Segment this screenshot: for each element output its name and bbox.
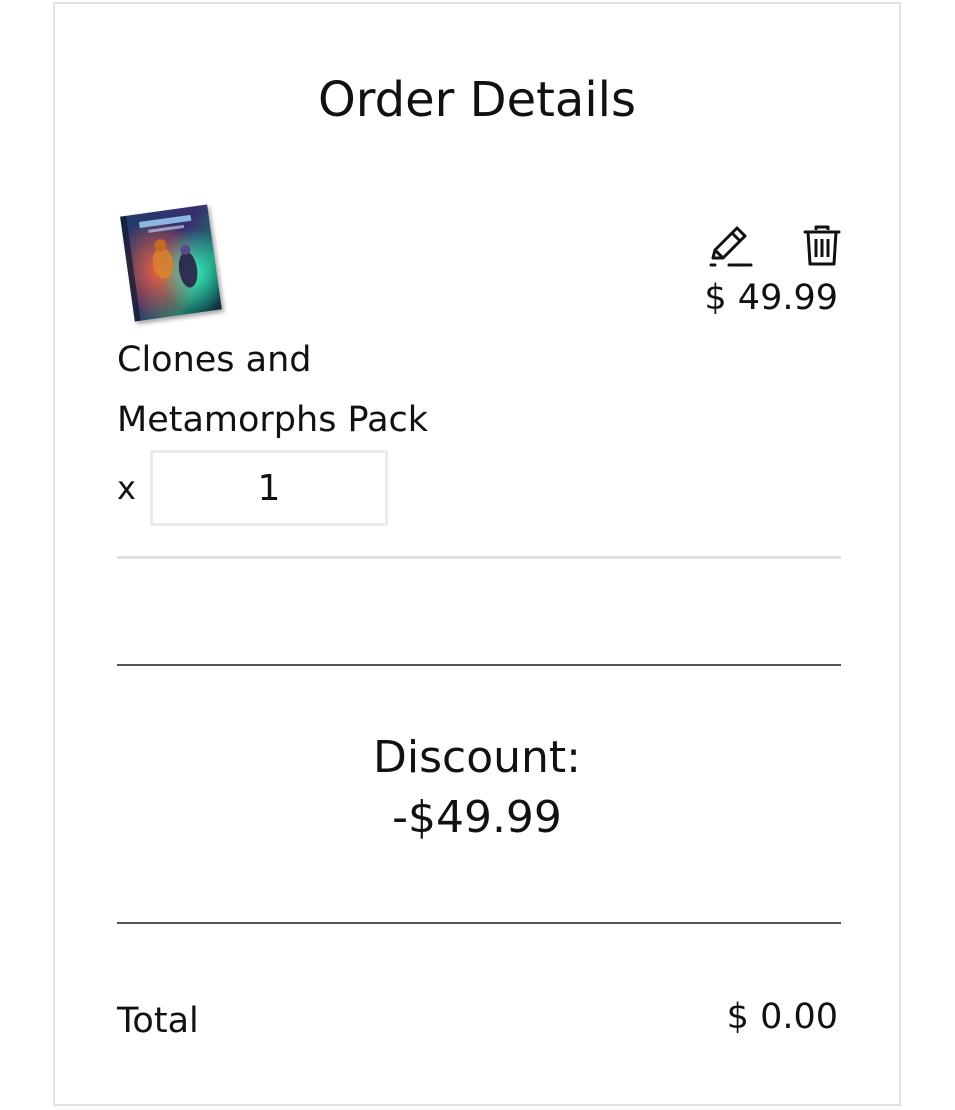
product-box-art-icon	[120, 204, 222, 322]
discount-value: -$49.99	[392, 792, 562, 843]
discount-label: Discount:	[373, 732, 581, 783]
page-title: Order Details	[317, 72, 637, 128]
discount-bottom-divider	[117, 922, 841, 924]
delete-button[interactable]	[797, 222, 847, 270]
trash-icon	[803, 225, 841, 266]
quantity-input[interactable]	[150, 450, 388, 526]
order-details-card: Order Details $ 49.99 Clones and Metamor…	[53, 2, 901, 1106]
discount-top-divider	[117, 664, 841, 666]
total-label: Total	[117, 1001, 199, 1041]
product-name: Clones and Metamorphs Pack	[117, 340, 429, 440]
product-image	[120, 204, 222, 322]
edit-button[interactable]	[705, 222, 755, 270]
item-divider	[117, 556, 841, 559]
item-price: $ 49.99	[704, 278, 838, 318]
discount-block: Discount: -$49.99	[55, 728, 899, 848]
total-value: $ 0.00	[726, 997, 838, 1037]
quantity-prefix: x	[117, 469, 136, 507]
pencil-icon	[709, 226, 753, 267]
item-actions	[705, 222, 847, 270]
